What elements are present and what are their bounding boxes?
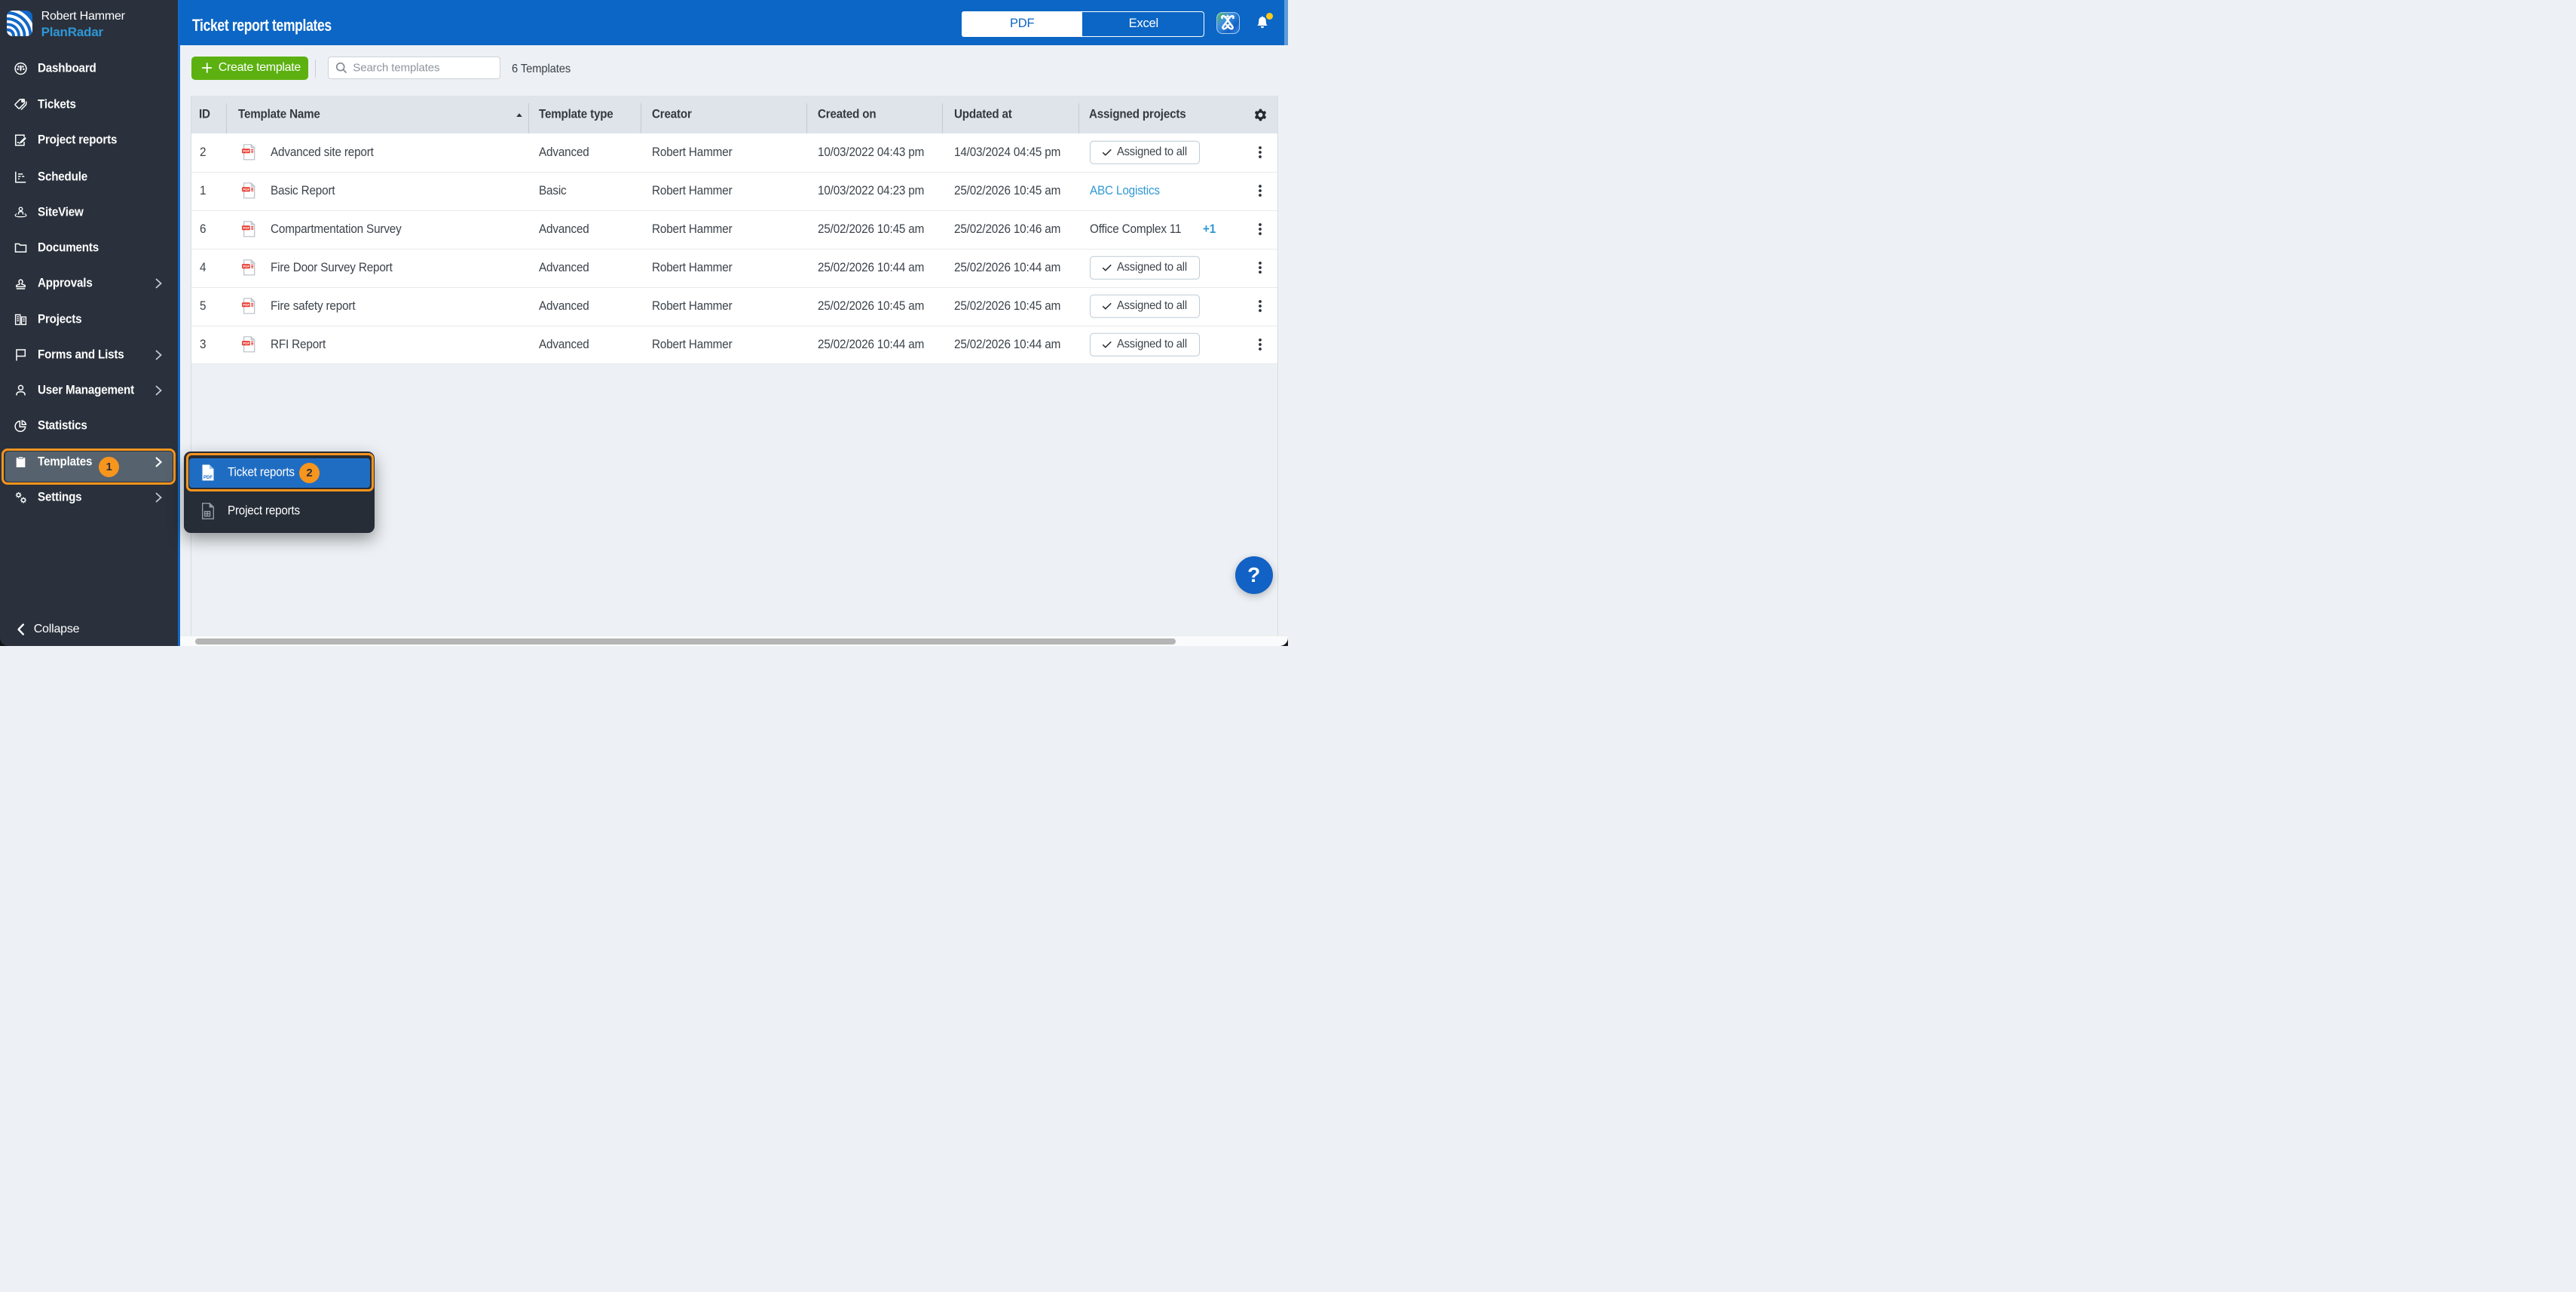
svg-text:PDF: PDF bbox=[243, 265, 249, 268]
svg-text:PDF: PDF bbox=[203, 476, 213, 481]
svg-text:PDF: PDF bbox=[243, 341, 249, 345]
svg-text:PDF: PDF bbox=[243, 188, 249, 191]
svg-text:PDF: PDF bbox=[243, 149, 249, 153]
svg-text:PDF: PDF bbox=[243, 303, 249, 307]
svg-text:PDF: PDF bbox=[243, 226, 249, 230]
